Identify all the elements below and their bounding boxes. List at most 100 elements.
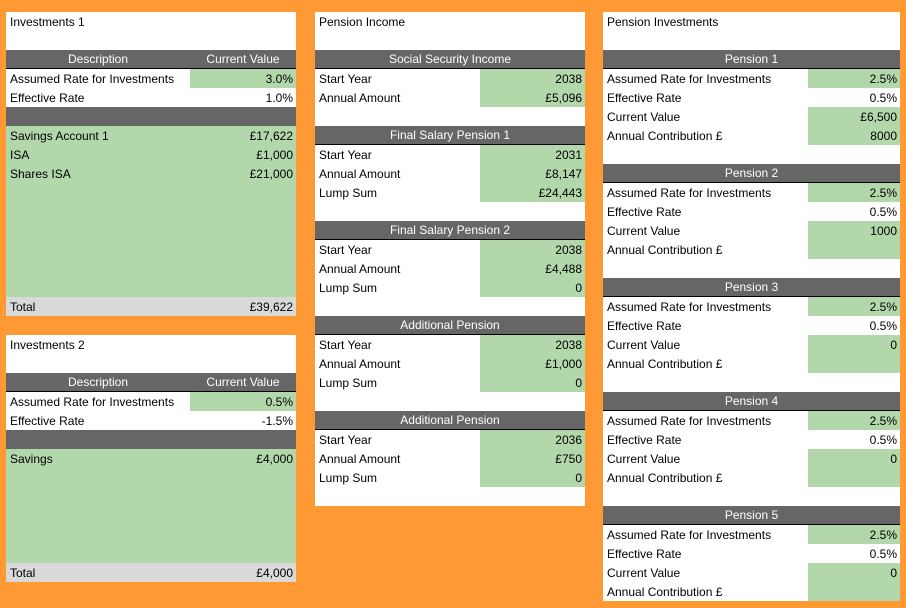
row-label: Assumed Rate for Investments — [10, 394, 175, 409]
item-label[interactable]: Shares ISA — [6, 167, 190, 181]
assumed-rate-row: Assumed Rate for Investments 2.5% — [603, 183, 900, 202]
row-label: Lump Sum — [319, 470, 378, 485]
list-item[interactable]: Savings £4,000 — [6, 449, 296, 468]
effective-rate-row: Effective Rate -1.5% — [6, 411, 296, 430]
pension-income-title-row: Pension Income — [315, 12, 585, 50]
annual-contribution-input[interactable]: 8000 — [808, 126, 900, 145]
annual-amount-input[interactable]: £8,147 — [480, 164, 585, 183]
assumed-rate-row: Assumed Rate for Investments 0.5% — [6, 392, 296, 411]
list-item[interactable]: Shares ISA £21,000 — [6, 164, 296, 183]
section-header-pension-4: Pension 4 — [603, 392, 900, 411]
annual-amount-input[interactable]: £5,096 — [480, 88, 585, 107]
annual-contribution-input[interactable] — [808, 468, 900, 487]
investment-items: Savings Account 1 £17,622 ISA £1,000 Sha… — [6, 126, 296, 297]
lump-sum-input[interactable]: £24,443 — [480, 183, 585, 202]
item-value[interactable]: £4,000 — [190, 449, 296, 468]
lump-sum-input[interactable]: 0 — [480, 278, 585, 297]
row-label: Assumed Rate for Investments — [607, 185, 772, 200]
assumed-rate-input[interactable]: 2.5% — [808, 69, 900, 88]
lump-sum-input[interactable]: 0 — [480, 468, 585, 487]
item-label[interactable]: Savings Account 1 — [6, 129, 190, 143]
item-value[interactable]: £17,622 — [190, 126, 296, 145]
table-header: Description Current Value — [6, 50, 296, 69]
panel-title: Pension Investments — [607, 15, 719, 29]
total-value: £39,622 — [249, 299, 293, 314]
assumed-rate-input[interactable]: 2.5% — [808, 297, 900, 316]
section-header-pension-1: Pension 1 — [603, 50, 900, 69]
annual-amount-input[interactable]: £4,488 — [480, 259, 585, 278]
row-label: Lump Sum — [319, 185, 378, 200]
annual-amount-input[interactable]: £1,000 — [480, 354, 585, 373]
row-label: Current Value — [607, 223, 681, 238]
list-item[interactable]: ISA £1,000 — [6, 145, 296, 164]
effective-rate-value: 0.5% — [869, 204, 897, 219]
start-year-input[interactable]: 2038 — [480, 240, 585, 259]
annual-contribution-input[interactable] — [808, 582, 900, 601]
list-item[interactable]: Savings Account 1 £17,622 — [6, 126, 296, 145]
annual-amount-input[interactable]: £750 — [480, 449, 585, 468]
annual-amount-row: Annual Amount £5,096 — [315, 88, 585, 107]
row-label: Assumed Rate for Investments — [607, 527, 772, 542]
assumed-rate-input[interactable]: 3.0% — [190, 69, 296, 88]
section-header-additional-pension: Additional Pension — [315, 316, 585, 335]
assumed-rate-input[interactable]: 2.5% — [808, 411, 900, 430]
investments-2-title-row: Investments 2 — [6, 335, 296, 373]
assumed-rate-row: Assumed Rate for Investments 2.5% — [603, 297, 900, 316]
effective-rate-row: Effective Rate 0.5% — [603, 544, 900, 563]
annual-amount-row: Annual Amount £750 — [315, 449, 585, 468]
annual-contribution-input[interactable] — [808, 354, 900, 373]
start-year-row: Start Year 2038 — [315, 240, 585, 259]
item-label[interactable]: Savings — [6, 452, 190, 466]
row-label: Annual Amount — [319, 261, 401, 276]
effective-rate-value: 0.5% — [869, 318, 897, 333]
effective-rate-value: 1.0% — [265, 90, 293, 105]
start-year-input[interactable]: 2038 — [480, 335, 585, 354]
row-label: Effective Rate — [607, 318, 682, 333]
row-label: Lump Sum — [319, 375, 378, 390]
start-year-input[interactable]: 2031 — [480, 145, 585, 164]
row-label: Assumed Rate for Investments — [607, 71, 772, 86]
effective-rate-row: Effective Rate 0.5% — [603, 316, 900, 335]
annual-amount-row: Annual Amount £4,488 — [315, 259, 585, 278]
start-year-input[interactable]: 2038 — [480, 69, 585, 88]
annual-contribution-row: Annual Contribution £ — [603, 354, 900, 373]
current-value-input[interactable]: 1000 — [808, 221, 900, 240]
row-label: Current Value — [607, 337, 681, 352]
annual-contribution-row: Annual Contribution £ — [603, 468, 900, 487]
annual-contribution-input[interactable] — [808, 240, 900, 259]
start-year-row: Start Year 2031 — [315, 145, 585, 164]
row-label: Start Year — [319, 242, 372, 257]
annual-amount-row: Annual Amount £1,000 — [315, 354, 585, 373]
lump-sum-input[interactable]: 0 — [480, 373, 585, 392]
item-value[interactable]: £21,000 — [190, 164, 296, 183]
assumed-rate-input[interactable]: 2.5% — [808, 525, 900, 544]
row-label: Annual Contribution £ — [607, 128, 723, 143]
assumed-rate-row: Assumed Rate for Investments 2.5% — [603, 525, 900, 544]
column-header-description: Description — [67, 375, 129, 389]
item-label[interactable]: ISA — [6, 148, 190, 162]
row-label: Annual Amount — [319, 166, 401, 181]
row-label: Effective Rate — [607, 546, 682, 561]
row-label: Effective Rate — [607, 90, 682, 105]
current-value-row: Current Value 1000 — [603, 221, 900, 240]
current-value-input[interactable]: 0 — [808, 335, 900, 354]
assumed-rate-row: Assumed Rate for Investments 3.0% — [6, 69, 296, 88]
item-value[interactable]: £1,000 — [190, 145, 296, 164]
current-value-input[interactable]: £6,500 — [808, 107, 900, 126]
row-label: Annual Amount — [319, 451, 401, 466]
assumed-rate-input[interactable]: 2.5% — [808, 183, 900, 202]
start-year-input[interactable]: 2036 — [480, 430, 585, 449]
row-label: Lump Sum — [319, 280, 378, 295]
current-value-row: Current Value 0 — [603, 449, 900, 468]
effective-rate-row: Effective Rate 0.5% — [603, 202, 900, 221]
total-row: Total £39,622 — [6, 297, 296, 316]
current-value-input[interactable]: 0 — [808, 563, 900, 582]
section-header-social-security: Social Security Income — [315, 50, 585, 69]
assumed-rate-input[interactable]: 0.5% — [190, 392, 296, 411]
row-label: Effective Rate — [607, 432, 682, 447]
current-value-input[interactable]: 0 — [808, 449, 900, 468]
